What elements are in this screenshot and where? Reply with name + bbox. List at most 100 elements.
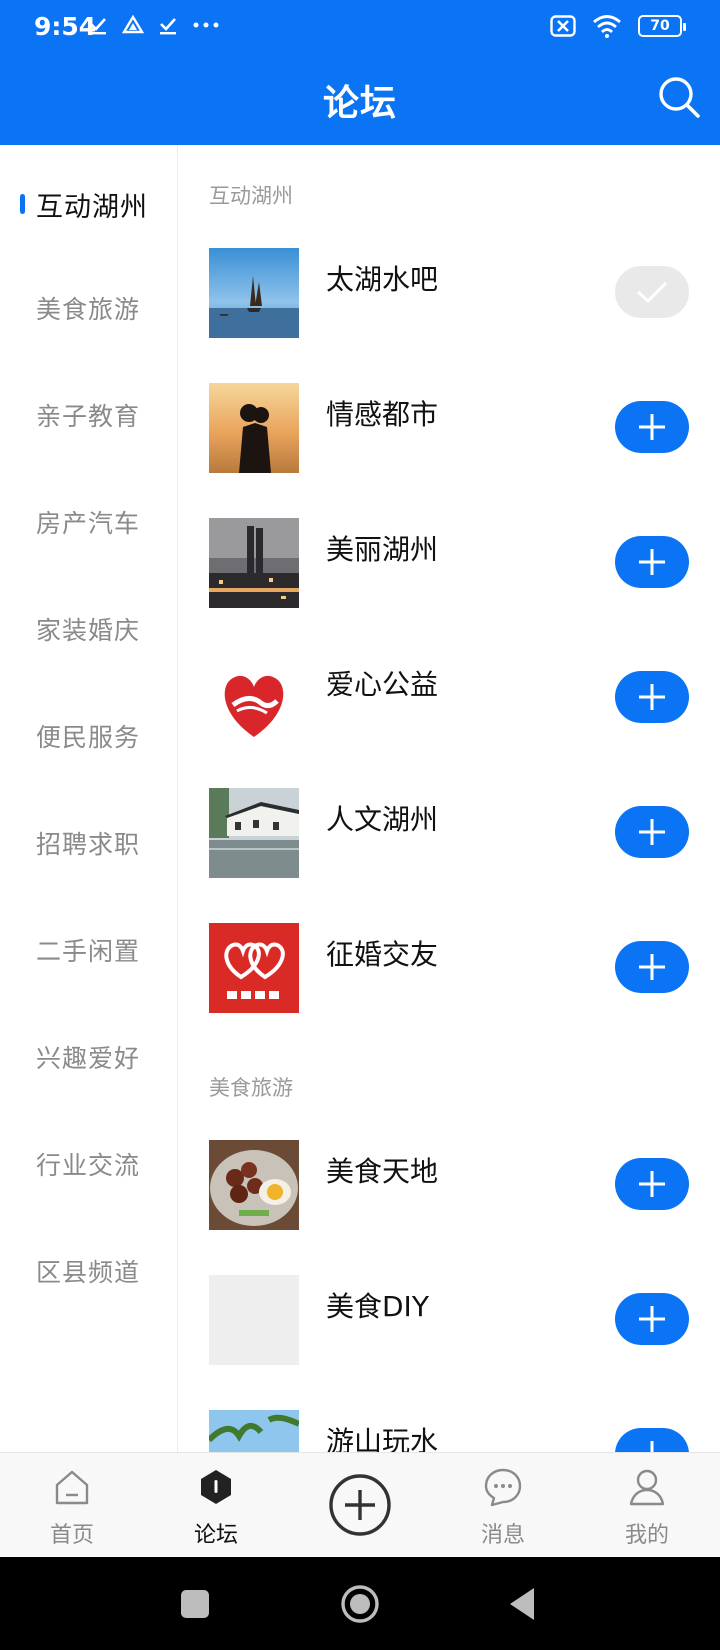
sidebar-item-secondhand[interactable]: 二手闲置: [0, 918, 177, 978]
forum-name: 情感都市: [326, 398, 439, 431]
forum-row-zhenghun[interactable]: 征婚交友: [178, 923, 720, 1033]
sidebar-item-label: 兴趣爱好: [36, 1044, 141, 1073]
nav-home[interactable]: 首页: [12, 1453, 132, 1558]
sim-off-icon: [550, 15, 576, 37]
forum-thumbnail: [209, 1140, 299, 1230]
forum-row-meishi-diy[interactable]: 美食DIY: [178, 1275, 720, 1385]
sidebar-item-label: 区县频道: [36, 1258, 141, 1287]
forum-name: 爱心公益: [326, 668, 439, 701]
sidebar-item-label: 房产汽车: [36, 509, 141, 538]
sidebar-item-label: 美食旅游: [36, 295, 141, 324]
drive-icon: [122, 15, 144, 34]
forum-thumbnail: [209, 248, 299, 338]
forum-row-qinggan[interactable]: 情感都市: [178, 383, 720, 493]
status-right-icons: 70: [550, 14, 686, 38]
nav-forum[interactable]: 论坛: [156, 1453, 276, 1558]
join-button[interactable]: [615, 1293, 689, 1345]
forum-thumbnail: [209, 383, 299, 473]
plus-icon: [639, 684, 665, 710]
bottom-nav: 首页 论坛 消息 我的: [0, 1452, 720, 1557]
plus-icon: [639, 819, 665, 845]
forum-name: 征婚交友: [326, 938, 439, 971]
join-button[interactable]: [615, 941, 689, 993]
status-left-icons: [88, 15, 220, 35]
plus-icon: [639, 954, 665, 980]
sidebar-item-label: 便民服务: [36, 723, 141, 752]
sidebar-item-label: 互动湖州: [36, 192, 148, 223]
forum-thumbnail-placeholder: [209, 1275, 299, 1365]
home-icon: [55, 1470, 89, 1505]
forum-thumbnail: [209, 923, 299, 1013]
sidebar-item-label: 行业交流: [36, 1151, 141, 1180]
sidebar-item-home-wedding[interactable]: 家装婚庆: [0, 597, 177, 657]
plus-icon: [639, 549, 665, 575]
forum-thumbnail: [209, 788, 299, 878]
publish-plus-icon[interactable]: [328, 1473, 392, 1537]
forum-row-aixin-gongyi[interactable]: 爱心公益: [178, 653, 720, 763]
profile-icon: [629, 1469, 665, 1506]
forum-list: 互动湖州 太湖水吧 情感都市 美丽湖州 爱心公益 人文湖州 征婚交友 美食旅游 …: [178, 145, 720, 1452]
forum-icon: [201, 1470, 231, 1504]
join-button[interactable]: [615, 806, 689, 858]
active-indicator: [20, 194, 25, 214]
forum-thumbnail: [209, 518, 299, 608]
download-done-icon: [90, 18, 106, 35]
back-icon[interactable]: [502, 1583, 544, 1625]
download-done-icon: [160, 18, 176, 35]
page-title: 论坛: [322, 83, 397, 124]
sidebar-item-label: 招聘求职: [36, 830, 141, 859]
charity-logo: [209, 653, 299, 743]
sidebar-item-label: 二手闲置: [36, 937, 141, 966]
forum-row-renwen-huzhou[interactable]: 人文湖州: [178, 788, 720, 898]
forum-name: 美食天地: [326, 1155, 439, 1188]
app-header: 9:54 70 论坛: [0, 0, 720, 145]
battery-icon: 70: [638, 15, 686, 37]
join-button[interactable]: [615, 536, 689, 588]
plus-icon: [650, 1441, 654, 1452]
forum-name: 太湖水吧: [326, 263, 439, 296]
join-button[interactable]: [615, 671, 689, 723]
recents-icon[interactable]: [174, 1583, 216, 1625]
sidebar-item-services[interactable]: 便民服务: [0, 704, 177, 764]
forum-name: 游山玩水: [326, 1425, 439, 1452]
more-notifications-icon: [193, 22, 219, 28]
nav-profile[interactable]: 我的: [587, 1453, 707, 1558]
forum-thumbnail: [209, 1410, 299, 1452]
nav-messages[interactable]: 消息: [443, 1453, 563, 1558]
nav-label: 我的: [624, 1523, 669, 1548]
forum-name: 美丽湖州: [326, 533, 439, 566]
joined-button[interactable]: [615, 266, 689, 318]
sidebar-item-house-car[interactable]: 房产汽车: [0, 490, 177, 550]
home-button-icon[interactable]: [339, 1583, 381, 1625]
forum-row-meishi-tiandi[interactable]: 美食天地: [178, 1140, 720, 1250]
sidebar-item-label: 亲子教育: [36, 402, 141, 431]
check-icon: [636, 281, 668, 304]
forum-name: 美食DIY: [326, 1290, 429, 1323]
join-button[interactable]: [615, 1158, 689, 1210]
status-bar: 9:54 70: [0, 0, 720, 55]
sidebar-item-industry[interactable]: 行业交流: [0, 1132, 177, 1192]
search-icon[interactable]: [656, 74, 702, 120]
nav-label: 消息: [480, 1523, 525, 1548]
system-nav-bar: [0, 1557, 720, 1650]
join-button[interactable]: [615, 401, 689, 453]
sidebar-item-hudong-huzhou[interactable]: 互动湖州: [0, 173, 177, 233]
sidebar-item-label: 家装婚庆: [36, 616, 141, 645]
message-icon: [484, 1468, 522, 1507]
forum-row-youshan-wanshui[interactable]: 游山玩水: [178, 1410, 720, 1452]
join-button[interactable]: [615, 1428, 689, 1452]
sidebar-item-jobs[interactable]: 招聘求职: [0, 811, 177, 871]
sidebar-item-districts[interactable]: 区县频道: [0, 1239, 177, 1299]
section-title: 互动湖州: [209, 184, 293, 208]
forum-row-meili-huzhou[interactable]: 美丽湖州: [178, 518, 720, 628]
sidebar-item-hobbies[interactable]: 兴趣爱好: [0, 1025, 177, 1085]
forum-row-taihu[interactable]: 太湖水吧: [178, 248, 720, 358]
forum-name: 人文湖州: [326, 803, 439, 836]
category-sidebar: 互动湖州 美食旅游 亲子教育 房产汽车 家装婚庆 便民服务 招聘求职 二手闲置 …: [0, 145, 178, 1452]
status-time: 9:54: [34, 12, 97, 41]
double-heart-logo: [209, 923, 299, 1013]
plus-icon: [639, 414, 665, 440]
sidebar-item-parenting[interactable]: 亲子教育: [0, 383, 177, 443]
sidebar-item-food-travel[interactable]: 美食旅游: [0, 276, 177, 336]
plus-icon: [639, 1171, 665, 1197]
